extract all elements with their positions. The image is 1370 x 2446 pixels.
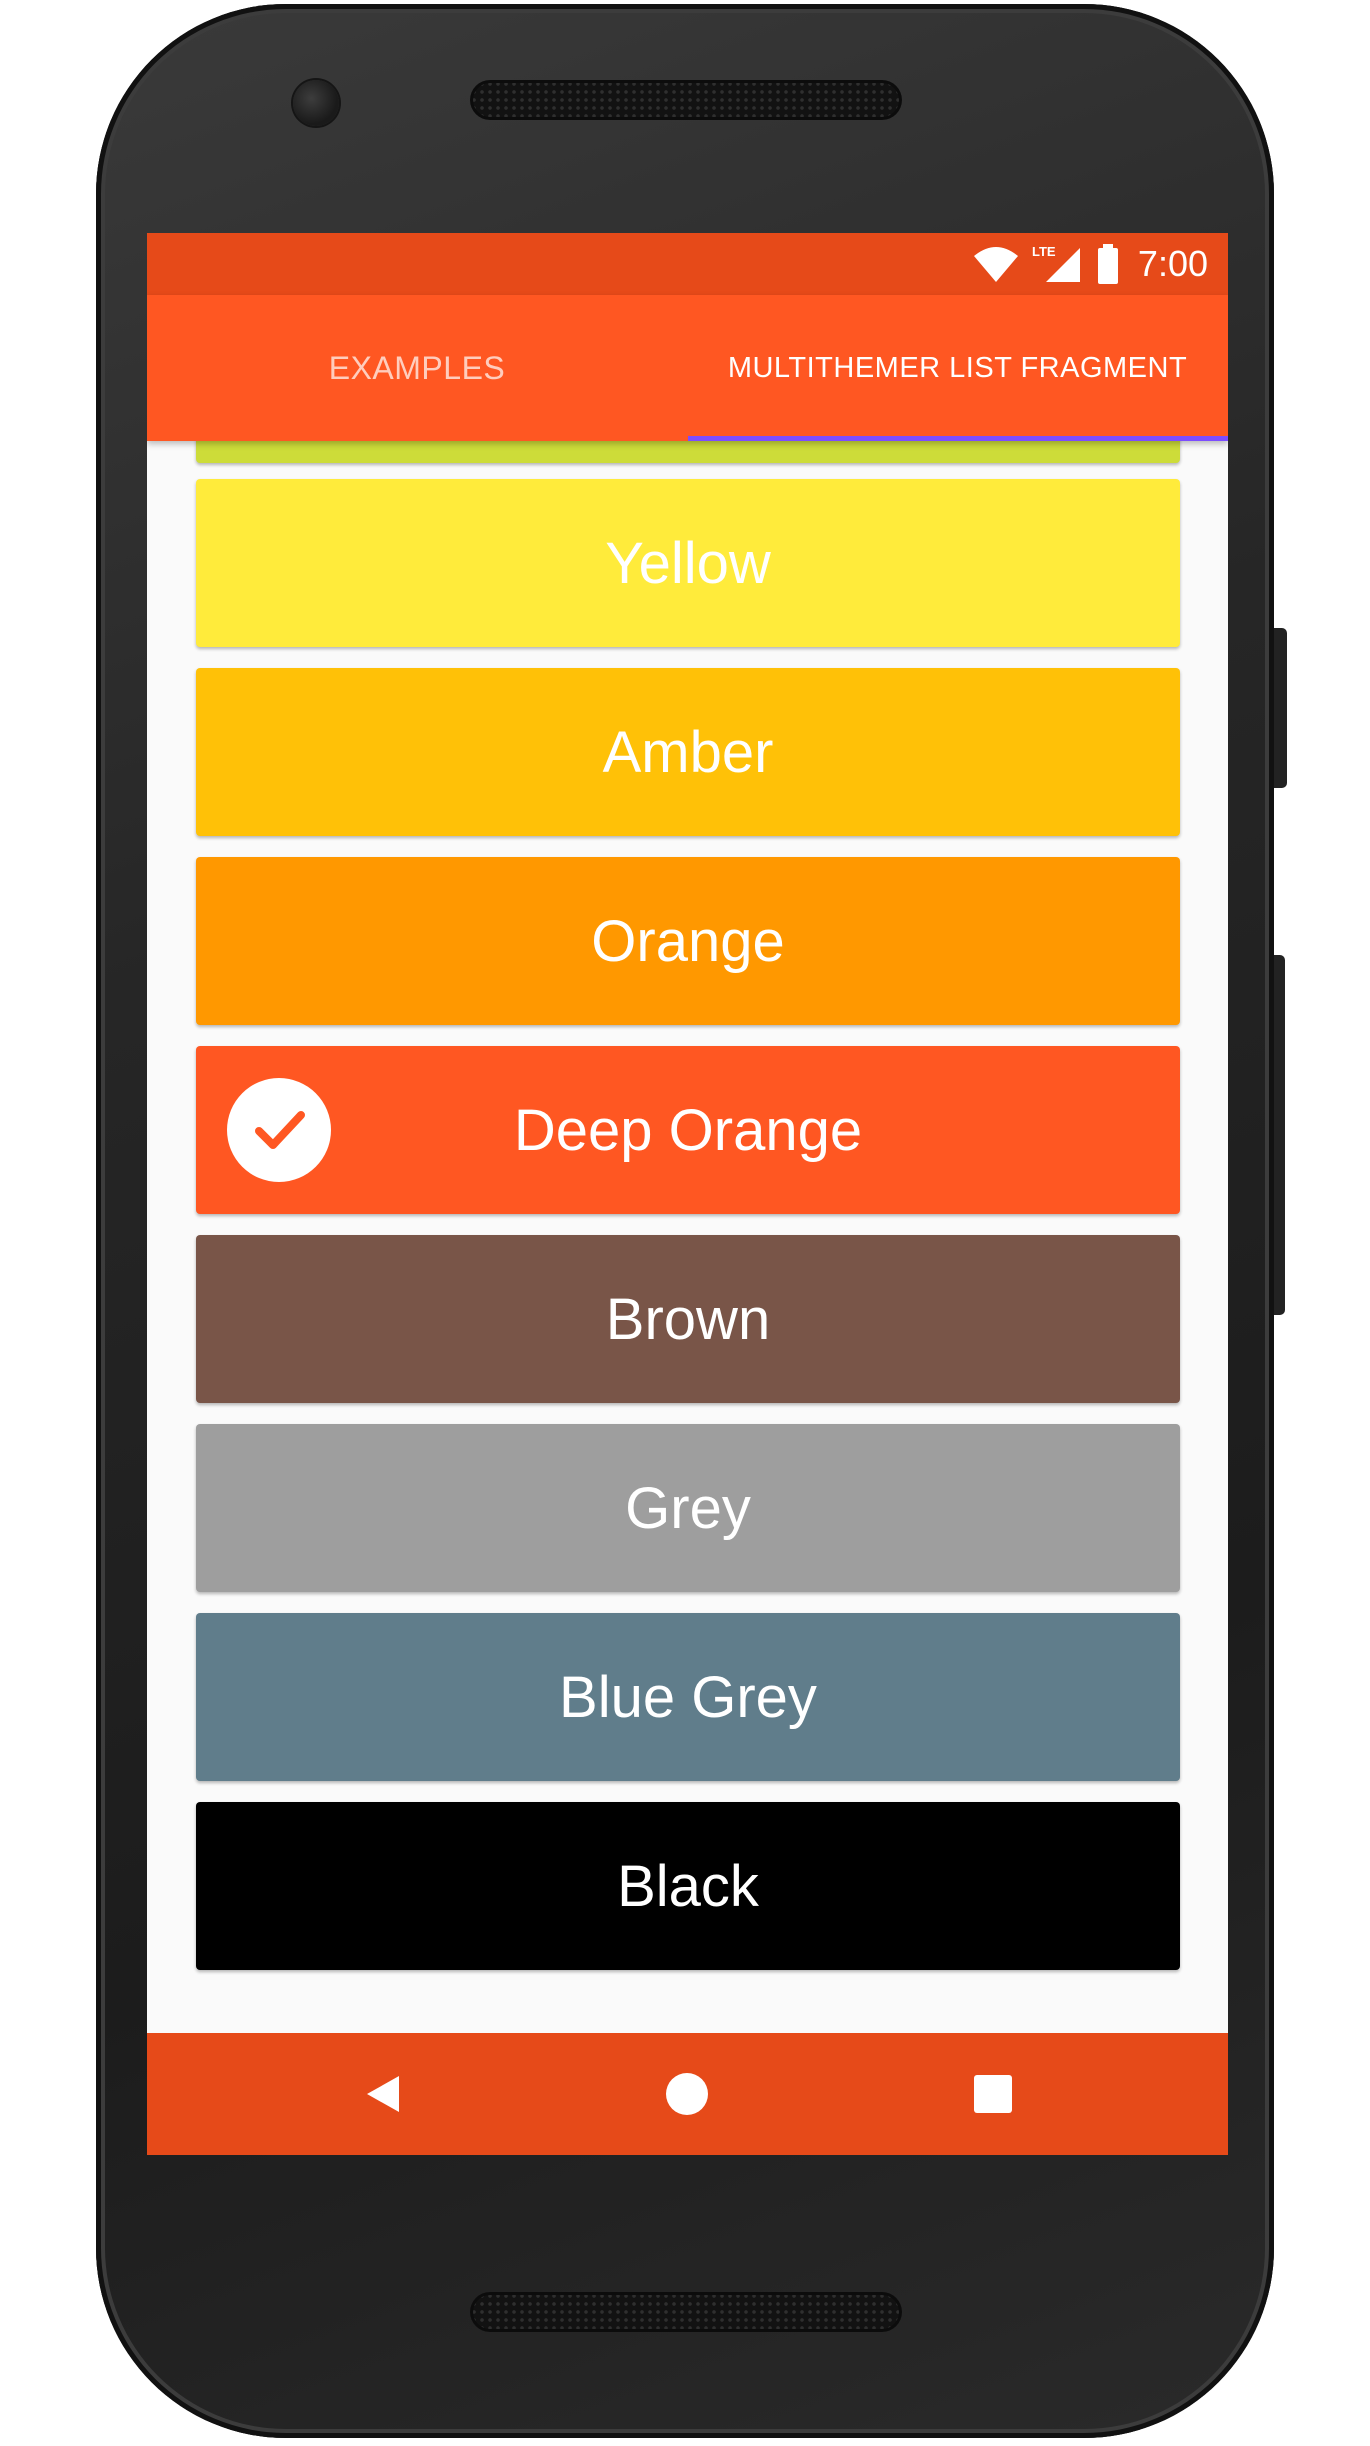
top-speaker — [470, 80, 902, 120]
theme-label: Amber — [602, 719, 774, 785]
theme-card-brown[interactable]: Brown — [196, 1235, 1180, 1403]
status-time: 7:00 — [1137, 243, 1208, 284]
back-button[interactable] — [323, 2033, 443, 2155]
status-icons: LTE 7:00 — [972, 233, 1208, 295]
navigation-bar — [147, 2033, 1228, 2155]
recents-button[interactable] — [933, 2033, 1053, 2155]
front-camera — [293, 80, 339, 126]
theme-card-yellow[interactable]: Yellow — [196, 479, 1180, 647]
bottom-speaker — [470, 2292, 902, 2332]
theme-label: Orange — [591, 908, 785, 974]
app-bar: EXAMPLES MULTITHEMER LIST FRAGMENT — [147, 295, 1228, 441]
tab-label: EXAMPLES — [328, 349, 506, 386]
theme-label: Grey — [625, 1475, 751, 1541]
svg-text:LTE: LTE — [1032, 244, 1056, 259]
theme-card-amber[interactable]: Amber — [196, 668, 1180, 836]
home-icon — [666, 2073, 708, 2115]
status-bar: LTE 7:00 — [147, 233, 1228, 295]
volume-button — [1274, 955, 1285, 1315]
selected-check-icon — [227, 1078, 331, 1182]
screen: LTE 7:00 EXAMPLES MULTITHEMER LIST FRAGM… — [147, 233, 1228, 2155]
wifi-icon — [973, 247, 1018, 282]
power-button — [1274, 628, 1287, 788]
theme-label: Brown — [605, 1286, 771, 1352]
home-button[interactable] — [627, 2033, 747, 2155]
theme-card-grey[interactable]: Grey — [196, 1424, 1180, 1592]
tab-multithemer-list-fragment[interactable]: MULTITHEMER LIST FRAGMENT — [687, 295, 1228, 441]
battery-icon — [1097, 244, 1118, 284]
theme-card-orange[interactable]: Orange — [196, 857, 1180, 1025]
theme-card-deep-orange[interactable]: Deep Orange — [196, 1046, 1180, 1214]
theme-label: Yellow — [605, 530, 771, 596]
theme-label: Deep Orange — [513, 1097, 863, 1163]
theme-card-blue-grey[interactable]: Blue Grey — [196, 1613, 1180, 1781]
back-icon — [367, 2076, 399, 2112]
theme-label: Black — [617, 1853, 759, 1919]
recents-icon — [974, 2075, 1012, 2113]
lte-signal-icon: LTE — [1032, 244, 1080, 282]
tab-examples[interactable]: EXAMPLES — [147, 295, 687, 441]
theme-card-black[interactable]: Black — [196, 1802, 1180, 1970]
tab-indicator — [688, 436, 1228, 441]
theme-list[interactable]: Yellow Amber Orange Deep Orange Brown Gr… — [196, 419, 1180, 2069]
tab-label: MULTITHEMER LIST FRAGMENT — [727, 351, 1188, 384]
theme-label: Blue Grey — [559, 1664, 817, 1730]
